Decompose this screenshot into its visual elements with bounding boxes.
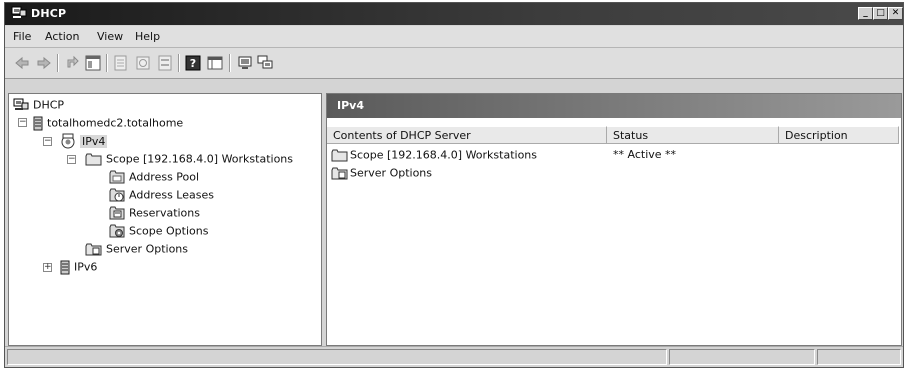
tree-label: Server Options — [106, 242, 189, 256]
toolbar-separator — [229, 54, 231, 72]
menu-view[interactable]: View — [97, 30, 123, 43]
details-pane: IPv4 Contents of DHCP Server Status Desc… — [326, 93, 902, 346]
folder-icon — [85, 153, 102, 165]
toolbar-separator — [178, 54, 180, 72]
tree-label: Reservations — [129, 206, 200, 220]
up-icon[interactable] — [65, 55, 81, 71]
tree-item-server-options[interactable]: Server Options — [85, 240, 188, 257]
collapse-toggle[interactable]: − — [43, 137, 52, 146]
tree-item-scope[interactable]: Scope [192.168.4.0] Workstations — [85, 150, 293, 167]
mmc-icon[interactable] — [207, 55, 223, 71]
properties-icon[interactable] — [157, 55, 173, 71]
status-pane — [817, 349, 901, 365]
tree-label: totalhomedc2.totalhome — [47, 116, 184, 130]
dhcp-app-icon — [11, 6, 27, 18]
computers-icon[interactable] — [257, 55, 273, 71]
refresh-icon[interactable] — [135, 55, 151, 71]
panel-title: IPv4 — [327, 94, 901, 118]
tree-label: DHCP — [33, 98, 65, 112]
scope-options-icon — [109, 224, 125, 238]
tree-label: Address Leases — [129, 188, 214, 202]
tree-label: IPv4 — [80, 134, 108, 148]
console-tree[interactable]: DHCP − totalhomedc2.totalhome − IPv4 − S… — [8, 93, 322, 346]
tree-item-address-pool[interactable]: Address Pool — [109, 168, 199, 185]
column-header-status[interactable]: Status — [607, 126, 779, 144]
minimize-button[interactable]: _ — [858, 7, 873, 20]
title-bar[interactable]: DHCP _ □ ✕ — [5, 3, 903, 25]
maximize-button[interactable]: □ — [873, 7, 888, 20]
toolbar: ? — [5, 48, 903, 79]
tree-item-address-leases[interactable]: Address Leases — [109, 186, 214, 203]
window-title: DHCP — [31, 7, 67, 20]
dhcp-window: DHCP _ □ ✕ File Action View Help ? DHCP … — [4, 2, 904, 368]
item-name: Server Options — [350, 166, 433, 180]
tree-item-server[interactable]: totalhomedc2.totalhome — [33, 114, 183, 131]
folder-icon — [331, 149, 348, 161]
help-icon[interactable]: ? — [185, 55, 201, 71]
menu-file[interactable]: File — [13, 30, 31, 43]
item-status: ** Active ** — [613, 148, 677, 161]
server-options-icon — [331, 167, 348, 179]
server-icon — [33, 116, 43, 130]
toolbar-separator — [106, 54, 108, 72]
column-header-description[interactable]: Description — [779, 126, 899, 144]
tree-label: Scope [192.168.4.0] Workstations — [106, 152, 294, 166]
tree-item-dhcp[interactable]: DHCP — [13, 96, 64, 113]
computer-icon[interactable] — [237, 55, 253, 71]
tree-label: IPv6 — [74, 260, 98, 274]
collapse-toggle[interactable]: − — [18, 118, 27, 127]
ipv6-icon — [60, 260, 70, 274]
export-icon[interactable] — [113, 55, 129, 71]
list-item[interactable]: Server Options — [331, 164, 432, 181]
menu-help[interactable]: Help — [135, 30, 160, 43]
tree-item-ipv4[interactable]: IPv4 — [60, 132, 108, 149]
list-item[interactable]: Scope [192.168.4.0] Workstations — [331, 146, 537, 163]
address-leases-icon — [109, 188, 125, 202]
item-name: Scope [192.168.4.0] Workstations — [350, 148, 538, 162]
menu-bar: File Action View Help — [5, 26, 903, 48]
dhcp-icon — [13, 98, 29, 110]
svg-text:?: ? — [190, 57, 196, 70]
close-button[interactable]: ✕ — [888, 7, 903, 20]
ipv4-icon — [61, 133, 75, 149]
tree-label: Scope Options — [129, 224, 209, 238]
forward-icon[interactable] — [36, 55, 52, 71]
expand-toggle[interactable]: + — [43, 263, 52, 272]
toolbar-separator — [57, 54, 59, 72]
tree-item-ipv6[interactable]: IPv6 — [60, 258, 97, 275]
show-hide-console-tree-icon[interactable] — [85, 55, 101, 71]
status-pane — [7, 349, 667, 365]
column-header-contents[interactable]: Contents of DHCP Server — [327, 126, 607, 144]
tree-item-scope-options[interactable]: Scope Options — [109, 222, 208, 239]
address-pool-icon — [109, 170, 125, 184]
collapse-toggle[interactable]: − — [67, 155, 76, 164]
tree-label: Address Pool — [129, 170, 200, 184]
tree-item-reservations[interactable]: Reservations — [109, 204, 200, 221]
reservations-icon — [109, 206, 125, 220]
back-icon[interactable] — [14, 55, 30, 71]
status-pane — [669, 349, 815, 365]
menu-action[interactable]: Action — [45, 30, 79, 43]
status-bar — [5, 346, 903, 367]
server-options-icon — [85, 243, 102, 255]
